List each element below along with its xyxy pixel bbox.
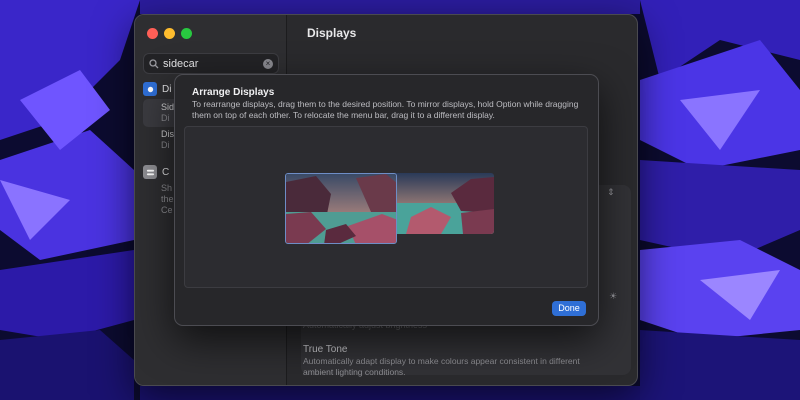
displays-icon xyxy=(143,82,157,96)
wallpaper-thumbnail xyxy=(391,173,494,234)
stepper-icon[interactable]: ⇕ xyxy=(607,187,615,198)
subitem-title: Dis xyxy=(161,129,174,139)
display-arrangement-area[interactable] xyxy=(184,126,588,288)
sidebar-item-control-centre[interactable]: C xyxy=(143,165,169,179)
minimize-button[interactable] xyxy=(164,28,175,39)
sidebar-item-label: C xyxy=(162,166,170,178)
true-tone-title: True Tone xyxy=(303,344,348,355)
control-centre-icon xyxy=(143,165,157,179)
sidebar-item-displays[interactable]: Di xyxy=(143,82,171,96)
wallpaper-thumbnail xyxy=(286,174,396,243)
subitem-title: Sid xyxy=(161,102,175,112)
close-button[interactable] xyxy=(147,28,158,39)
sidebar-subitem-sidecar[interactable]: Sid Di xyxy=(161,102,174,124)
arrange-displays-sheet: Arrange Displays To rearrange displays, … xyxy=(174,74,599,326)
sidebar-subitem-displays[interactable]: Dis Di xyxy=(161,129,174,151)
desc-line: the xyxy=(161,194,174,204)
subitem-desc: Di xyxy=(161,140,170,150)
zoom-button[interactable] xyxy=(181,28,192,39)
sheet-title: Arrange Displays xyxy=(192,87,275,98)
clear-search-icon[interactable]: × xyxy=(263,58,273,69)
brightness-icon: ☀ xyxy=(609,291,618,301)
sheet-description: To rearrange displays, drag them to the … xyxy=(192,99,579,120)
desc-line: Ce xyxy=(161,205,173,215)
subitem-desc: Di xyxy=(161,113,170,123)
desc-line: Sh xyxy=(161,183,173,193)
true-tone-description: Automatically adapt display to make colo… xyxy=(303,356,580,377)
sidebar-item-description: Sh the Ce xyxy=(161,183,174,216)
main-display-thumbnail[interactable] xyxy=(285,173,397,244)
done-button[interactable]: Done xyxy=(552,301,586,316)
search-field[interactable]: sidecar × xyxy=(143,53,279,74)
search-input[interactable]: sidecar xyxy=(163,58,259,70)
page-title: Displays xyxy=(307,26,357,40)
sidecar-display-thumbnail[interactable] xyxy=(391,173,494,234)
search-icon xyxy=(149,58,159,68)
sidebar-item-label: Di xyxy=(162,83,172,95)
window-controls xyxy=(147,28,192,39)
